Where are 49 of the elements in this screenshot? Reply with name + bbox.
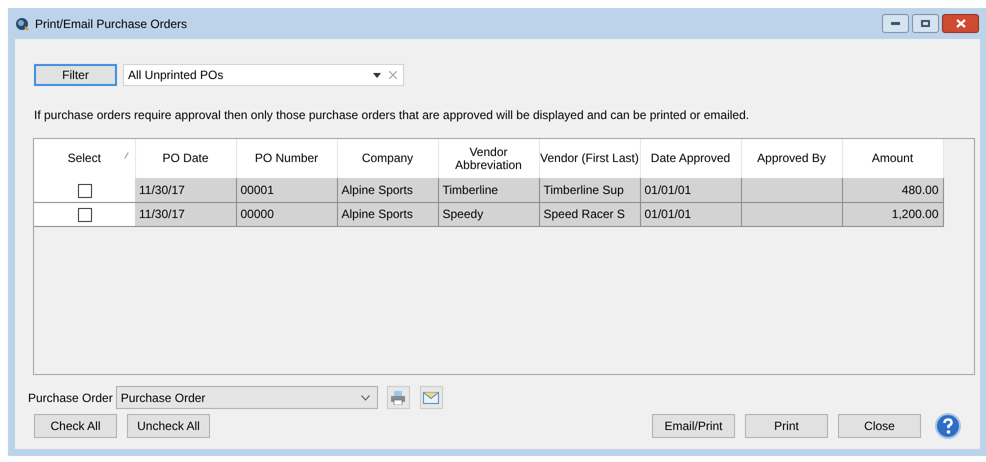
action-button[interactable]: Email/Print [652, 414, 735, 438]
printer-button[interactable] [386, 386, 410, 409]
close-button[interactable] [942, 14, 979, 33]
table-cell: Timberline [438, 178, 539, 202]
maximize-button[interactable] [912, 14, 939, 33]
table-cell: 00001 [236, 178, 337, 202]
table-cell: 01/01/01 [640, 202, 741, 226]
column-header[interactable]: Amount [842, 139, 943, 178]
table-cell: 00000 [236, 202, 337, 226]
table-cell: Speedy [438, 202, 539, 226]
chevron-down-icon [360, 394, 370, 400]
purchase-order-label: Purchase Order [28, 390, 113, 406]
table-cell: Timberline Sup [539, 178, 640, 202]
select-checkbox[interactable] [78, 208, 92, 222]
printer-icon [390, 390, 406, 404]
table-cell: 480.00 [842, 178, 943, 202]
envelope-icon [423, 392, 440, 404]
column-header[interactable]: Select [34, 139, 135, 178]
table-cell: Alpine Sports [337, 202, 438, 226]
app-logo-icon [15, 16, 29, 30]
table-cell: 11/30/17 [135, 202, 236, 226]
select-checkbox[interactable] [78, 184, 92, 198]
table-cell: 01/01/01 [640, 178, 741, 202]
email-button[interactable] [420, 386, 443, 409]
table-cell: 11/30/17 [135, 178, 236, 202]
help-icon[interactable] [935, 413, 961, 439]
sort-indicator-icon [124, 152, 128, 159]
column-header[interactable]: Vendor Abbreviation [438, 139, 539, 178]
notice-text: If purchase orders require approval then only those purchase orders that are approved will be displayed and can be printed or emailed. [34, 107, 750, 124]
column-header[interactable]: Approved By [741, 139, 842, 178]
close-icon [956, 19, 966, 28]
table-cell: 1,200.00 [842, 202, 943, 226]
action-button[interactable]: Close [838, 414, 921, 438]
window-title: Print/Email Purchase Orders [35, 16, 188, 32]
column-header[interactable]: PO Date [135, 139, 236, 178]
column-header[interactable]: Vendor (First Last) [539, 139, 640, 178]
purchase-order-dropdown[interactable]: Purchase Order [116, 386, 378, 409]
filter-button[interactable]: Filter [34, 64, 117, 86]
column-header[interactable]: PO Number [236, 139, 337, 178]
action-button[interactable]: Print [745, 414, 828, 438]
action-button[interactable]: Check All [34, 414, 117, 438]
table-cell: Speed Racer S [539, 202, 640, 226]
dropdown-arrow-icon [373, 72, 381, 78]
minimize-button[interactable] [882, 14, 909, 33]
column-header[interactable]: Company [337, 139, 438, 178]
table-cell: Alpine Sports [337, 178, 438, 202]
filter-dropdown[interactable]: All Unprinted POs [123, 64, 404, 86]
column-header[interactable]: Date Approved [640, 139, 741, 178]
action-button[interactable]: Uncheck All [127, 414, 210, 438]
